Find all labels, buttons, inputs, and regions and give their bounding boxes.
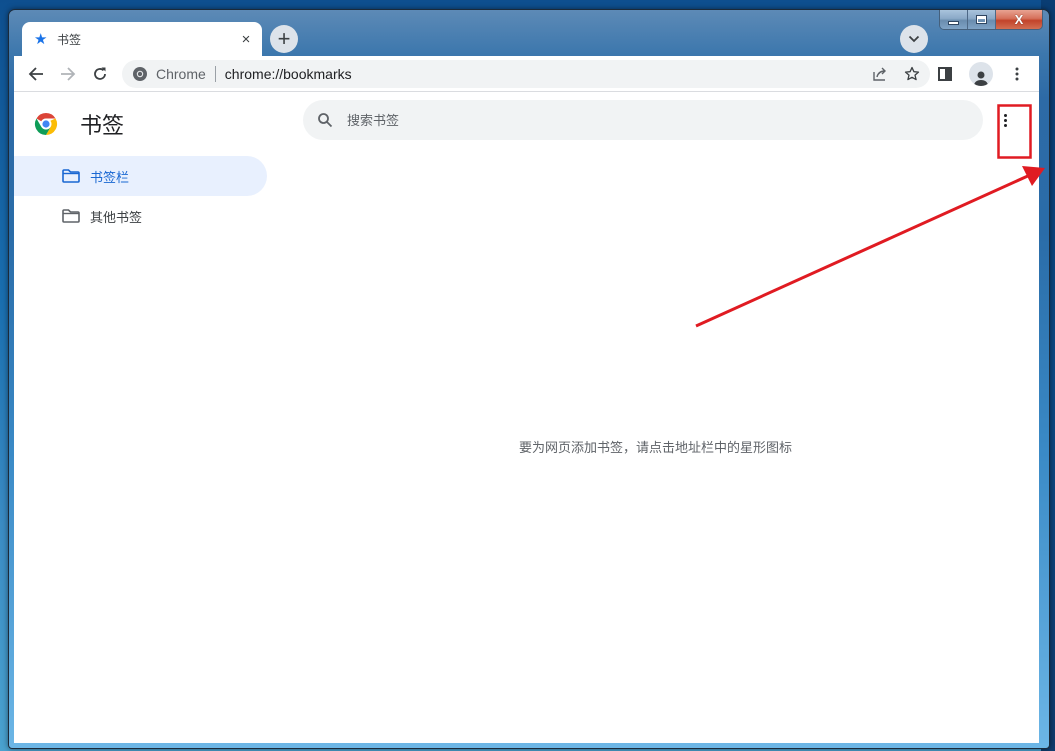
back-button[interactable] bbox=[20, 58, 52, 90]
sidebar-item-label: 其他书签 bbox=[90, 209, 143, 225]
chrome-logo-icon bbox=[133, 67, 147, 81]
site-label: Chrome bbox=[156, 66, 206, 82]
address-bar[interactable]: Chrome chrome://bookmarks bbox=[122, 60, 930, 88]
sidebar-item-other-bookmarks[interactable]: 其他书签 bbox=[14, 196, 267, 236]
reload-button[interactable] bbox=[84, 58, 116, 90]
tab-close-button[interactable]: × bbox=[236, 31, 256, 48]
close-icon: X bbox=[1014, 12, 1024, 27]
page-title: 书签 bbox=[80, 113, 125, 138]
chevron-down-icon bbox=[908, 35, 920, 43]
bookmark-star-button[interactable] bbox=[900, 62, 924, 86]
sidebar-item-label: 书签栏 bbox=[90, 169, 130, 185]
folder-icon bbox=[62, 169, 80, 183]
forward-arrow-icon bbox=[61, 66, 76, 81]
more-dot bbox=[1003, 123, 1007, 127]
toolbar: Chrome chrome://bookmarks bbox=[14, 56, 1039, 92]
side-panel-icon bbox=[938, 67, 952, 81]
new-tab-button[interactable]: + bbox=[270, 25, 298, 53]
more-dot bbox=[1003, 118, 1007, 122]
empty-state-message: 要为网页添加书签，请点击地址栏中的星形图标 bbox=[518, 440, 792, 455]
tab-search-button[interactable] bbox=[900, 25, 928, 53]
close-window-button[interactable]: X bbox=[996, 10, 1042, 29]
search-icon bbox=[318, 113, 333, 128]
back-arrow-icon bbox=[28, 66, 43, 81]
star-icon: ★ bbox=[34, 31, 48, 48]
window-controls: X bbox=[939, 10, 1043, 30]
divider bbox=[214, 66, 216, 82]
tab-title: 书签 bbox=[57, 32, 82, 47]
profile-button[interactable] bbox=[965, 58, 997, 90]
page-header: 书签 bbox=[34, 108, 124, 140]
star-outline-icon bbox=[904, 66, 920, 81]
avatar bbox=[969, 62, 993, 86]
reload-icon bbox=[94, 67, 106, 80]
share-button[interactable] bbox=[868, 62, 892, 86]
kebab-menu-icon bbox=[1015, 67, 1019, 81]
bookmarks-page: 书签 书签栏 其他书签 要为网页添加书签，请点击地址栏中的星形图标 bbox=[14, 92, 1039, 742]
minimize-button[interactable] bbox=[940, 10, 968, 29]
sidebar-item-bookmarks-bar[interactable]: 书签栏 bbox=[14, 156, 267, 196]
bookmark-search[interactable] bbox=[303, 100, 983, 140]
minimize-icon bbox=[948, 20, 959, 25]
search-input[interactable] bbox=[347, 112, 947, 128]
url-text[interactable]: chrome://bookmarks bbox=[225, 66, 352, 82]
chrome-menu-button[interactable] bbox=[1001, 58, 1033, 90]
maximize-icon bbox=[976, 15, 987, 24]
browser-content: Chrome chrome://bookmarks 书签 搜索书签 书签栏 其他… bbox=[14, 56, 1039, 743]
more-dot bbox=[1003, 113, 1007, 117]
forward-button[interactable] bbox=[52, 58, 84, 90]
more-options-button[interactable] bbox=[994, 106, 1016, 134]
person-icon bbox=[974, 71, 988, 86]
tab-bookmarks[interactable]: ★ 书签 × bbox=[22, 22, 262, 56]
sidebar: 书签栏 其他书签 bbox=[14, 156, 267, 236]
maximize-button[interactable] bbox=[968, 10, 996, 29]
folder-icon bbox=[62, 209, 80, 223]
chrome-logo-icon bbox=[34, 113, 58, 135]
side-panel-button[interactable] bbox=[929, 58, 961, 90]
share-icon bbox=[873, 67, 886, 81]
